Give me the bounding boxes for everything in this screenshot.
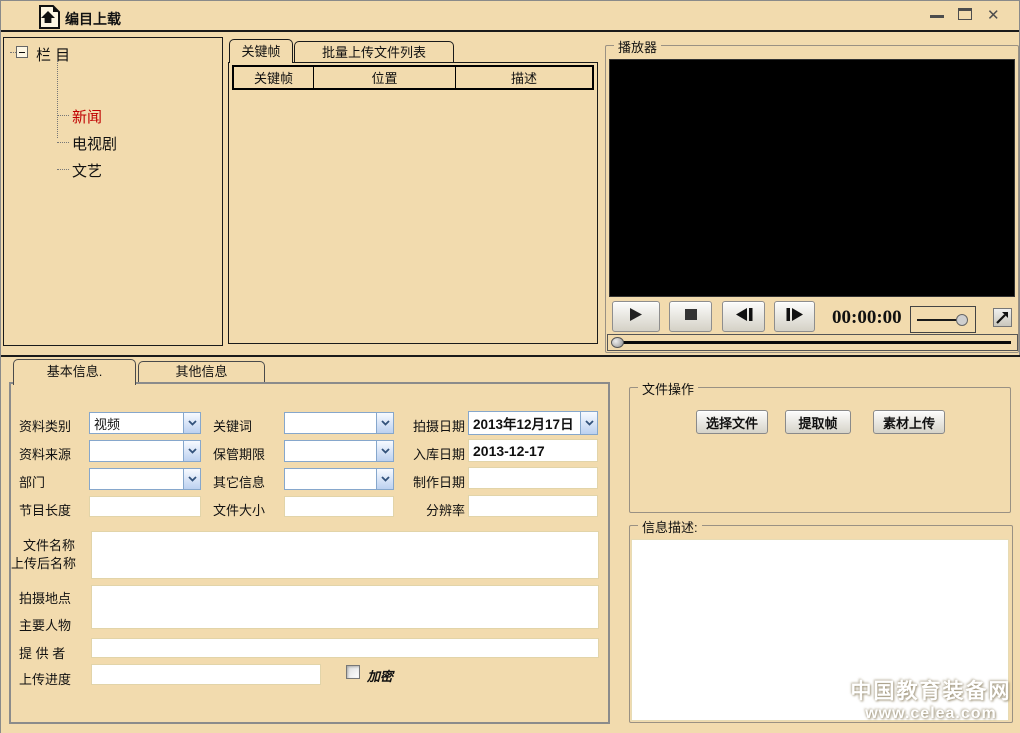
other-info-label: 其它信息 [213,472,265,491]
tree-root-node[interactable]: 栏 目 [36,44,70,65]
shoot-date-value: 2013年12月17日 [469,413,580,433]
upload-progress-label: 上传进度 [19,669,71,688]
description-textarea[interactable] [631,539,1009,721]
chevron-down-icon[interactable] [580,412,597,434]
play-button[interactable] [612,301,660,332]
source-select[interactable] [89,440,201,462]
category-label: 资料类别 [19,416,71,435]
player-title: 播放器 [614,37,661,56]
column-header-keyframe[interactable]: 关键帧 [234,67,314,88]
filename-label: 文件名称 [23,535,75,554]
tab-basic-info[interactable]: 基本信息. [13,359,136,385]
filename-input[interactable] [91,531,599,579]
characters-label: 主要人物 [19,615,71,634]
source-label: 资料来源 [19,444,71,463]
seek-bar[interactable] [607,334,1018,351]
step-forward-icon [785,307,805,327]
shoot-date-label: 拍摄日期 [399,416,465,435]
tree-line [57,115,69,116]
production-date-input[interactable] [468,467,598,489]
tree-line [57,60,58,138]
filesize-label: 文件大小 [213,500,265,519]
program-length-label: 节目长度 [19,500,71,519]
stop-icon [684,308,698,326]
encrypt-label: 加密 [367,666,393,685]
fullscreen-icon[interactable] [993,308,1012,327]
department-label: 部门 [19,472,45,491]
minimize-icon[interactable] [927,1,947,32]
volume-slider[interactable] [910,306,976,333]
chevron-down-icon[interactable] [376,469,393,489]
provider-input[interactable] [91,638,599,658]
production-date-label: 制作日期 [399,472,465,491]
location-label: 拍摄地点 [19,588,71,607]
location-input[interactable] [91,585,599,629]
extract-frame-button[interactable]: 提取帧 [785,410,851,434]
program-length-input[interactable] [89,496,201,517]
keyword-select[interactable] [284,412,394,434]
department-select[interactable] [89,468,201,490]
resolution-input[interactable] [468,495,598,517]
resolution-label: 分辨率 [399,500,465,519]
window-title: 编目上载 [65,9,121,29]
stop-button[interactable] [669,301,712,332]
step-back-icon [734,307,754,327]
upload-document-icon [37,4,62,35]
column-header-position[interactable]: 位置 [314,67,456,88]
retention-select[interactable] [284,440,394,462]
chevron-down-icon[interactable] [376,413,393,433]
playback-time: 00:00:00 [832,307,902,329]
chevron-down-icon[interactable] [183,413,200,433]
tree-line [57,169,69,170]
category-select[interactable]: 视频 [89,412,201,434]
title-bar: 编目上载 ✕ [1,1,1019,32]
upload-progress-input[interactable] [91,664,321,685]
file-operations-title: 文件操作 [638,379,698,398]
filesize-input[interactable] [284,496,394,517]
description-title: 信息描述: [638,517,702,536]
encrypt-checkbox[interactable] [346,665,360,679]
seek-knob[interactable] [611,337,624,348]
maximize-icon[interactable] [955,1,975,32]
chevron-down-icon[interactable] [183,441,200,461]
video-display [609,59,1015,297]
close-icon[interactable]: ✕ [985,1,1005,32]
tab-other-info[interactable]: 其他信息 [138,361,265,383]
chevron-down-icon[interactable] [376,441,393,461]
tree-line [57,142,69,143]
tree-collapse-icon[interactable] [16,46,28,58]
column-header-description[interactable]: 描述 [456,67,592,88]
tree-item-label: 新闻 [72,106,102,127]
retention-label: 保管期限 [213,444,265,463]
other-info-select[interactable] [284,468,394,490]
step-forward-button[interactable] [774,301,815,332]
step-back-button[interactable] [722,301,765,332]
tree-item-label: 文艺 [72,160,102,181]
entry-date-label: 入库日期 [399,444,465,463]
tree-item-label: 电视剧 [72,133,117,154]
keyframe-panel: 关键帧 位置 描述 [228,62,598,344]
tab-keyframe[interactable]: 关键帧 [229,39,293,63]
entry-date-input[interactable] [468,439,598,462]
chevron-down-icon[interactable] [183,469,200,489]
keyframe-table-header: 关键帧 位置 描述 [232,65,594,90]
seek-track [618,341,1011,344]
category-value: 视频 [90,414,183,433]
uploadname-label: 上传后名称 [11,553,76,572]
provider-label: 提 供 者 [19,643,65,662]
play-icon [627,307,645,327]
tab-batch-upload-list[interactable]: 批量上传文件列表 [294,41,454,63]
keyword-label: 关键词 [213,416,252,435]
category-tree-panel: 栏 目 新闻 电视剧 文艺 [3,37,223,346]
file-operations-groupbox: 文件操作 选择文件 提取帧 素材上传 [629,387,1011,513]
app-window: 编目上载 ✕ 栏 目 新闻 电视剧 文艺 关键帧 批量上传文件列表 关键帧 位置… [0,0,1020,733]
select-file-button[interactable]: 选择文件 [696,410,768,434]
shoot-date-picker[interactable]: 2013年12月17日 [468,411,598,435]
material-upload-button[interactable]: 素材上传 [873,410,945,434]
